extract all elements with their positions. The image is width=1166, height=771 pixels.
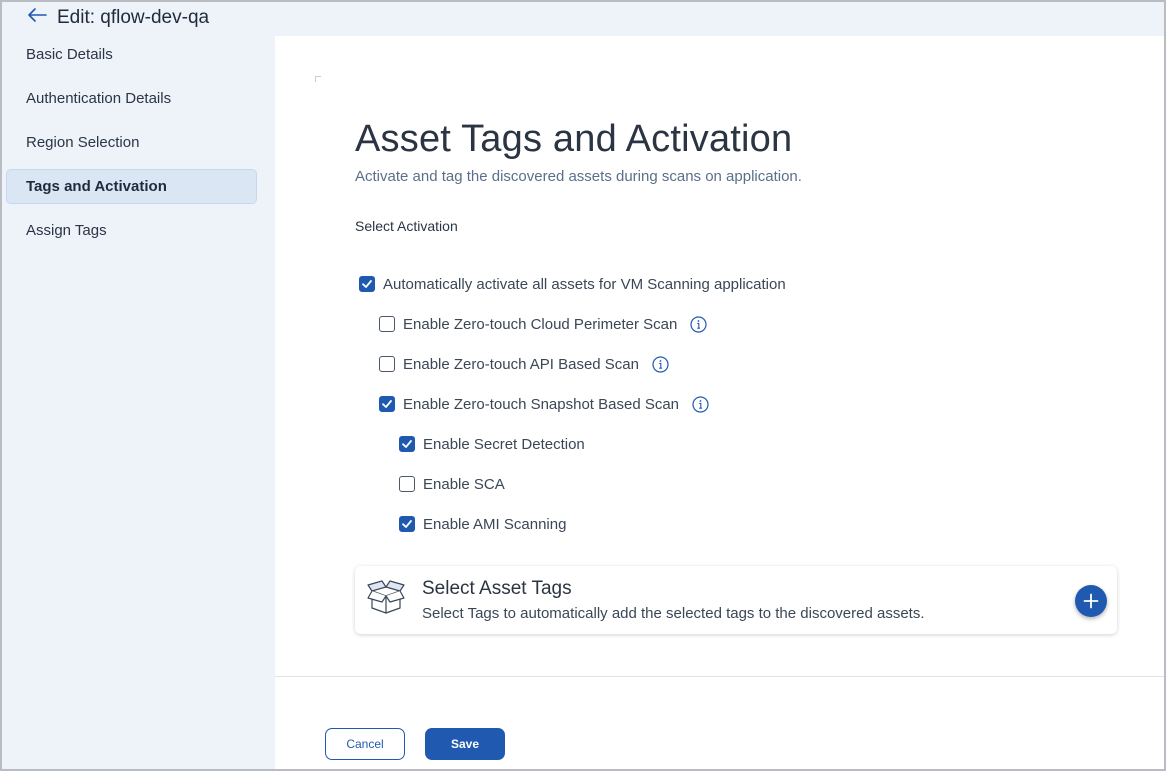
option-sca[interactable]: Enable SCA xyxy=(399,474,505,494)
select-activation-label: Select Activation xyxy=(355,218,458,234)
check-icon xyxy=(402,520,412,528)
card-description: Select Tags to automatically add the sel… xyxy=(422,605,925,622)
sidebar-item-tags-and-activation[interactable]: Tags and Activation xyxy=(6,169,257,204)
page-title: Edit: qflow-dev-qa xyxy=(57,7,210,28)
add-tags-button[interactable] xyxy=(1075,585,1107,617)
footer-bar: Cancel Save xyxy=(275,676,1164,769)
select-asset-tags-card: Select Asset Tags Select Tags to automat… xyxy=(355,566,1117,634)
option-auto-activate[interactable]: Automatically activate all assets for VM… xyxy=(359,274,786,294)
info-icon[interactable] xyxy=(692,395,709,413)
save-button[interactable]: Save xyxy=(425,728,505,760)
open-box-icon xyxy=(367,580,405,614)
checkbox-snapshot-based-scan[interactable] xyxy=(379,396,395,412)
option-label: Enable Zero-touch API Based Scan xyxy=(403,355,639,373)
main-panel: Asset Tags and Activation Activate and t… xyxy=(275,36,1164,676)
checkbox-auto-activate[interactable] xyxy=(359,276,375,292)
option-label: Enable Secret Detection xyxy=(423,435,585,453)
option-secret-detection[interactable]: Enable Secret Detection xyxy=(399,434,585,454)
plus-icon xyxy=(1083,593,1099,609)
sidebar-item-assign-tags[interactable]: Assign Tags xyxy=(6,213,257,248)
arrow-left-icon[interactable] xyxy=(26,6,48,24)
option-label: Enable Zero-touch Snapshot Based Scan xyxy=(403,395,680,413)
option-label: Enable SCA xyxy=(423,475,505,493)
checkbox-secret-detection[interactable] xyxy=(399,436,415,452)
check-icon xyxy=(402,440,412,448)
option-label: Enable AMI Scanning xyxy=(423,515,567,533)
option-label: Enable Zero-touch Cloud Perimeter Scan xyxy=(403,315,678,333)
option-ami-scanning[interactable]: Enable AMI Scanning xyxy=(399,514,566,534)
sidebar-item-authentication-details[interactable]: Authentication Details xyxy=(6,81,257,116)
sidebar-item-basic-details[interactable]: Basic Details xyxy=(6,37,257,72)
sidebar-item-region-selection[interactable]: Region Selection xyxy=(6,125,257,160)
checkbox-cloud-perimeter-scan[interactable] xyxy=(379,316,395,332)
checkbox-sca[interactable] xyxy=(399,476,415,492)
top-bar: Edit: qflow-dev-qa xyxy=(0,0,1166,36)
option-snapshot-based-scan[interactable]: Enable Zero-touch Snapshot Based Scan xyxy=(379,394,709,414)
option-api-based-scan[interactable]: Enable Zero-touch API Based Scan xyxy=(379,354,669,374)
section-heading: Asset Tags and Activation xyxy=(355,118,793,160)
option-cloud-perimeter-scan[interactable]: Enable Zero-touch Cloud Perimeter Scan xyxy=(379,314,707,334)
checkbox-api-based-scan[interactable] xyxy=(379,356,395,372)
info-icon[interactable] xyxy=(652,355,669,373)
section-subheading: Activate and tag the discovered assets d… xyxy=(355,168,802,185)
option-label: Automatically activate all assets for VM… xyxy=(383,275,786,293)
card-title: Select Asset Tags xyxy=(422,578,572,599)
sidebar: Basic Details Authentication Details Reg… xyxy=(0,36,275,771)
corner-mark xyxy=(315,76,321,82)
checkbox-ami-scanning[interactable] xyxy=(399,516,415,532)
check-icon xyxy=(362,280,372,288)
check-icon xyxy=(382,400,392,408)
cancel-button[interactable]: Cancel xyxy=(325,728,405,760)
info-icon[interactable] xyxy=(690,315,707,333)
